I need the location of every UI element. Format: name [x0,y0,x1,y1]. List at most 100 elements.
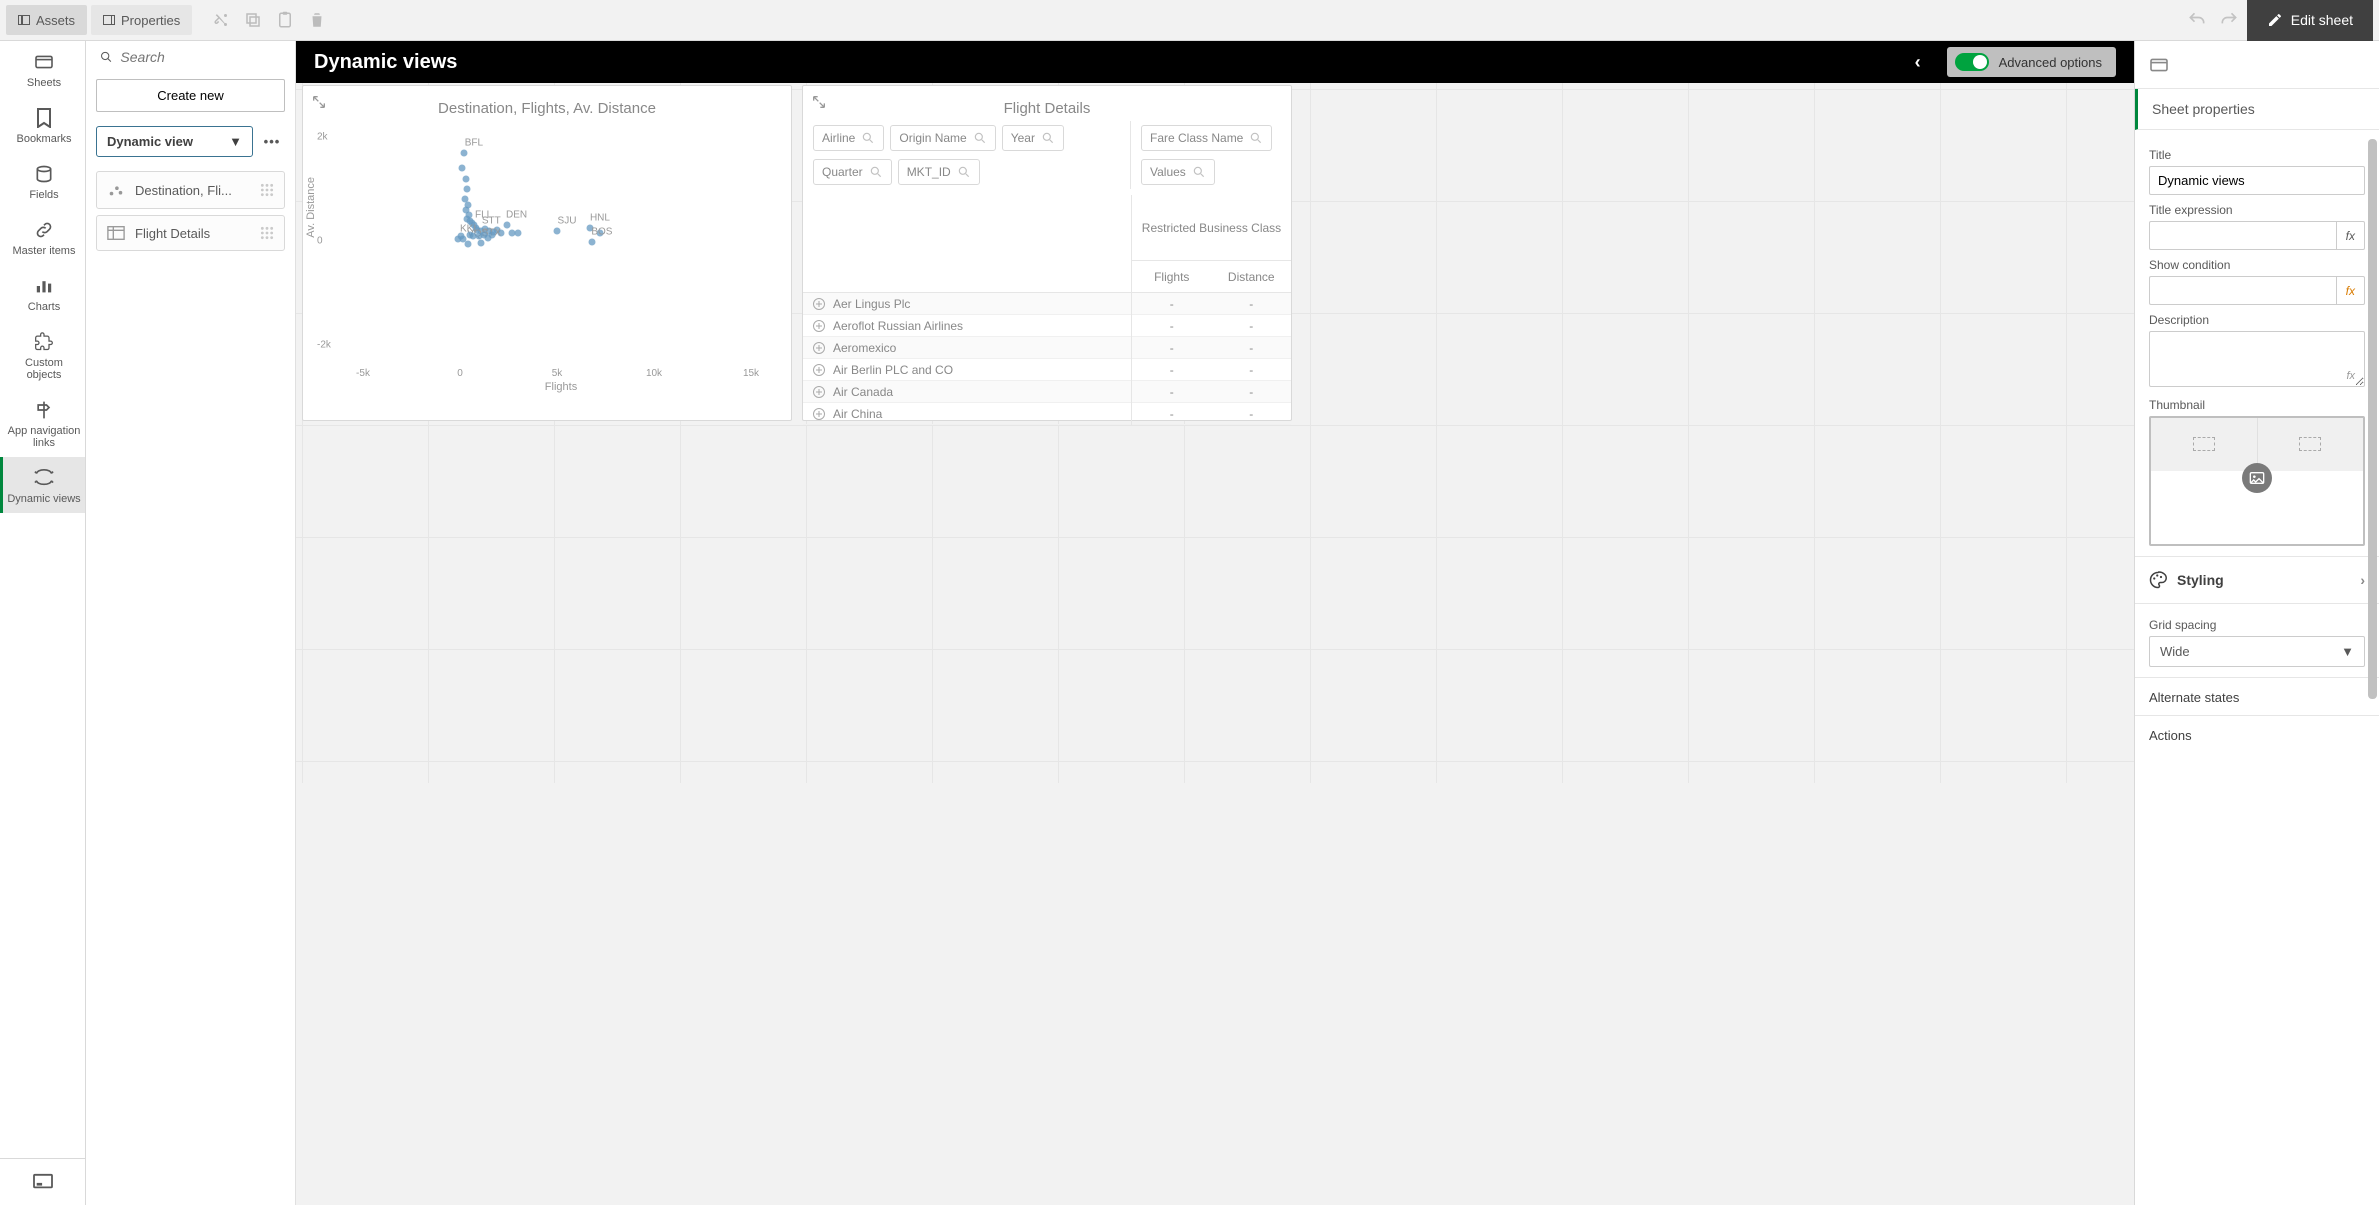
data-point[interactable] [457,233,464,240]
cell: - [1212,341,1292,355]
rail-charts[interactable]: Charts [0,265,85,321]
more-button[interactable]: ••• [259,134,285,149]
col-header[interactable]: Distance [1212,261,1292,292]
search-icon [869,165,883,179]
show-condition-input[interactable] [2149,276,2336,305]
signpost-icon [33,399,55,421]
properties-tab[interactable]: Properties [91,5,192,35]
data-point[interactable] [478,239,485,246]
table-row[interactable]: Air Berlin PLC and CO [803,359,1131,381]
undo-icon[interactable] [2187,10,2207,30]
filter-pill[interactable]: Year [1002,125,1064,151]
table-row[interactable]: Aeromexico [803,337,1131,359]
description-input[interactable] [2149,331,2365,387]
expand-row-icon[interactable] [813,408,825,420]
copy-icon[interactable] [244,11,262,29]
rail-label: Bookmarks [16,133,71,145]
back-button[interactable]: ‹ [1907,48,1929,77]
rail-custom-objects[interactable]: Custom objects [0,321,85,389]
sheet-grid[interactable]: Destination, Flights, Av. Distance Av. D… [296,83,2134,783]
grid-spacing-select[interactable]: Wide ▼ [2149,636,2365,667]
rail-dynamic-views[interactable]: Dynamic views [0,457,85,513]
data-point[interactable] [515,230,522,237]
asset-item-table[interactable]: Flight Details [96,215,285,251]
y-axis-label: Av. Distance [305,177,317,238]
filter-pill[interactable]: Quarter [813,159,892,185]
cell: - [1132,341,1212,355]
search-icon [1192,165,1206,179]
create-new-button[interactable]: Create new [96,79,285,112]
scatter-chart-object[interactable]: Destination, Flights, Av. Distance Av. D… [302,85,792,421]
data-point[interactable] [489,232,496,239]
data-point[interactable] [554,227,561,234]
field-label: Title [2149,148,2365,162]
data-point[interactable] [458,165,465,172]
filter-row: QuarterMKT_ID [803,155,1130,189]
fx-button[interactable]: fx [2336,276,2365,305]
expand-row-icon[interactable] [813,320,825,332]
filter-pill[interactable]: Fare Class Name [1141,125,1272,151]
title-expression-input[interactable] [2149,221,2336,250]
filter-pill[interactable]: MKT_ID [898,159,980,185]
row-name: Aeromexico [833,341,896,355]
col-header[interactable]: Flights [1132,261,1212,292]
rail-bookmarks[interactable]: Bookmarks [0,97,85,153]
expand-row-icon[interactable] [813,342,825,354]
drag-handle-icon [260,226,274,240]
flight-details-object[interactable]: Flight Details AirlineOrigin NameYear Qu… [802,85,1292,421]
field-label: Grid spacing [2149,618,2365,632]
expand-row-icon[interactable] [813,386,825,398]
point-label: STT [482,215,501,226]
actions-section[interactable]: Actions [2149,728,2365,743]
table-row[interactable]: Air China [803,403,1131,425]
object-type-bar [2135,41,2379,89]
filter-pill[interactable]: Values [1141,159,1215,185]
styling-section[interactable]: Styling › [2135,556,2379,604]
alternate-states-section[interactable]: Alternate states [2149,690,2365,705]
rail-label: Master items [13,245,76,257]
data-point[interactable] [460,149,467,156]
cell: - [1212,385,1292,399]
expand-icon[interactable] [311,94,327,110]
change-image-button[interactable] [2242,463,2272,493]
row-name: Air China [833,407,882,421]
edit-sheet-button[interactable]: Edit sheet [2247,0,2373,41]
expand-row-icon[interactable] [813,364,825,376]
fx-button[interactable]: fx [2336,221,2365,250]
data-point[interactable] [503,221,510,228]
data-point[interactable] [588,238,595,245]
table-row[interactable]: Aer Lingus Plc [803,293,1131,315]
search-icon [1249,131,1263,145]
redo-icon[interactable] [2219,10,2239,30]
cell: - [1132,319,1212,333]
rail-app-navigation[interactable]: App navigation links [0,389,85,457]
props-section-header: Sheet properties [2135,89,2379,130]
data-point[interactable] [463,186,470,193]
filter-row: Fare Class Name [1131,121,1291,155]
rail-footer[interactable] [0,1158,85,1205]
delete-icon[interactable] [308,11,326,29]
title-input[interactable] [2149,166,2365,195]
scrollbar[interactable] [2368,139,2377,699]
rail-master-items[interactable]: Master items [0,209,85,265]
data-point[interactable] [462,175,469,182]
expand-row-icon[interactable] [813,298,825,310]
search-input[interactable] [120,49,281,65]
cut-icon[interactable] [212,11,230,29]
rail-sheets[interactable]: Sheets [0,41,85,97]
x-tick: 15k [743,368,759,379]
rail-fields[interactable]: Fields [0,153,85,209]
placeholder-icon [2193,437,2215,451]
assets-tab[interactable]: Assets [6,5,87,35]
filter-pill[interactable]: Airline [813,125,884,151]
table-row[interactable]: Aeroflot Russian Airlines [803,315,1131,337]
dynamic-view-select[interactable]: Dynamic view ▼ [96,126,253,157]
thumbnail-preview[interactable] [2149,416,2365,546]
filter-pill[interactable]: Origin Name [890,125,995,151]
asset-item-scatter[interactable]: Destination, Fli... [96,171,285,209]
field-label: Description [2149,313,2365,327]
advanced-toggle[interactable]: Advanced options [1947,47,2116,77]
paste-icon[interactable] [276,11,294,29]
expand-icon[interactable] [811,94,827,110]
table-row[interactable]: Air Canada [803,381,1131,403]
